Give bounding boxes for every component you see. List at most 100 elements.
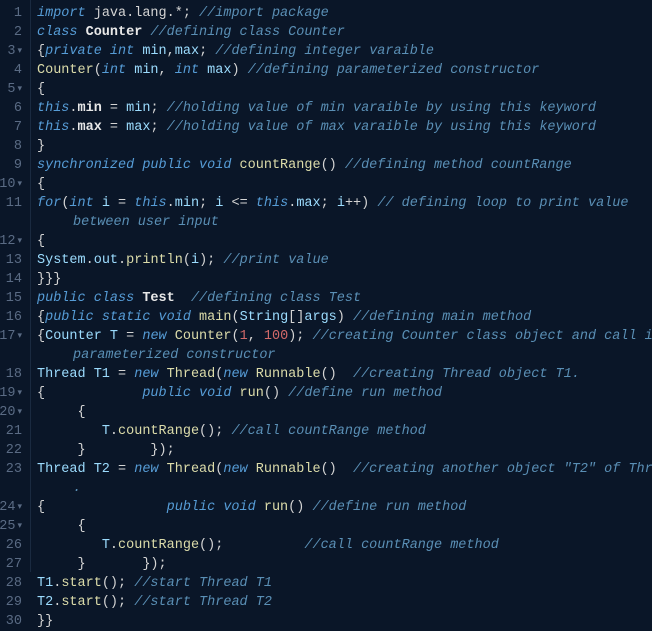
line-number: 29 (0, 593, 22, 612)
token-com: between user input (73, 215, 219, 230)
token-com: //creating Counter class object and call… (313, 329, 652, 344)
token-op: (); (102, 576, 134, 591)
code-line[interactable]: {public static void main(String[]args) /… (37, 308, 652, 327)
code-line[interactable]: . (37, 479, 652, 498)
line-number: 12▾ (0, 232, 22, 251)
token-fn: countRange (118, 424, 199, 439)
code-line[interactable]: { (37, 175, 652, 194)
code-line[interactable]: } (37, 137, 652, 156)
code-line[interactable]: {private int min,max; //defining integer… (37, 42, 652, 61)
token-op: { (37, 519, 86, 534)
code-line[interactable]: } }); (37, 555, 652, 574)
token-com: //defining class Test (191, 291, 361, 306)
line-number (0, 479, 22, 498)
fold-icon[interactable]: ▾ (17, 327, 22, 346)
code-line[interactable]: synchronized public void countRange() //… (37, 156, 652, 175)
code-line[interactable]: T2.start(); //start Thread T2 (37, 593, 652, 612)
token-id: min (142, 44, 166, 59)
code-line[interactable]: { (37, 232, 652, 251)
token-op: { (37, 329, 45, 344)
token-op: ; (321, 196, 337, 211)
code-line[interactable]: public class Test //defining class Test (37, 289, 652, 308)
code-line[interactable]: between user input (37, 213, 652, 232)
token-id: T (102, 538, 110, 553)
code-line[interactable]: Counter(int min, int max) //defining par… (37, 61, 652, 80)
code-line[interactable]: { (37, 517, 652, 536)
code-line[interactable]: class Counter //defining class Counter (37, 23, 652, 42)
token-op: . (53, 595, 61, 610)
token-id: max (175, 44, 199, 59)
token-op: { (37, 234, 45, 249)
code-line[interactable]: {Counter T = new Counter(1, 100); //crea… (37, 327, 652, 346)
code-line[interactable]: import java.lang.*; //import package (37, 4, 652, 23)
token-kw: this (37, 120, 69, 135)
code-line[interactable]: { (37, 403, 652, 422)
token-com: //import package (199, 6, 329, 21)
token-op: } }); (37, 443, 175, 458)
token-op: . (110, 424, 118, 439)
code-area[interactable]: import java.lang.*; //import packageclas… (30, 0, 652, 572)
code-line[interactable]: this.max = max; //holding value of max v… (37, 118, 652, 137)
token-op: . (69, 101, 77, 116)
token-op: ( (231, 310, 239, 325)
fold-icon[interactable]: ▾ (17, 42, 22, 61)
code-line[interactable]: Thread T2 = new Thread(new Runnable() //… (37, 460, 652, 479)
token-com: //defining method countRange (345, 158, 572, 173)
token-fn: Runnable (256, 462, 321, 477)
code-line[interactable]: Thread T1 = new Thread(new Runnable() //… (37, 365, 652, 384)
token-kw: new (142, 329, 174, 344)
code-line[interactable]: }}} (37, 270, 652, 289)
token-kw: synchronized public void (37, 158, 240, 173)
code-line[interactable]: for(int i = this.min; i <= this.max; i++… (37, 194, 652, 213)
line-number: 5▾ (0, 80, 22, 99)
fold-icon[interactable]: ▾ (17, 175, 22, 194)
token-com: //defining class Counter (150, 25, 344, 40)
token-op: .*; (167, 6, 199, 21)
line-number: 15 (0, 289, 22, 308)
code-line[interactable]: parameterized constructor (37, 346, 652, 365)
line-number: 27 (0, 555, 22, 574)
token-fn: main (199, 310, 231, 325)
code-line[interactable]: } }); (37, 441, 652, 460)
code-line[interactable]: T.countRange(); //call countRange method (37, 536, 652, 555)
token-fn: Runnable (256, 367, 321, 382)
line-number: 28 (0, 574, 22, 593)
line-number: 21 (0, 422, 22, 441)
code-line[interactable]: }} (37, 612, 652, 631)
token-op: }} (37, 614, 53, 629)
token-fn: run (264, 500, 288, 515)
fold-icon[interactable]: ▾ (17, 232, 22, 251)
token-id: T1 (37, 576, 53, 591)
code-line[interactable]: T.countRange(); //call countRange method (37, 422, 652, 441)
token-op: { (37, 177, 45, 192)
code-line[interactable]: this.min = min; //holding value of min v… (37, 99, 652, 118)
token-com: //holding value of max varaible by using… (167, 120, 596, 135)
token-op: . (167, 196, 175, 211)
line-number: 7 (0, 118, 22, 137)
token-pkg: java (94, 6, 126, 21)
token-op: () (321, 462, 353, 477)
token-fn: countRange (240, 158, 321, 173)
code-line[interactable]: { (37, 80, 652, 99)
token-op: () (264, 386, 288, 401)
code-line[interactable]: { public void run() //define run method (37, 498, 652, 517)
fold-icon[interactable]: ▾ (17, 80, 22, 99)
token-op: = (102, 120, 126, 135)
code-line[interactable]: System.out.println(i); //print value (37, 251, 652, 270)
token-fn: start (61, 576, 102, 591)
code-editor[interactable]: 123▾45▾678910▾1112▾1314151617▾1819▾20▾21… (0, 0, 652, 572)
fold-icon[interactable]: ▾ (17, 384, 22, 403)
fold-icon[interactable]: ▾ (17, 517, 22, 536)
fold-icon[interactable]: ▾ (17, 498, 22, 517)
code-line[interactable]: { public void run() //define run method (37, 384, 652, 403)
line-number: 9 (0, 156, 22, 175)
token-id: max (296, 196, 320, 211)
token-com: //define run method (288, 386, 442, 401)
code-line[interactable]: T1.start(); //start Thread T1 (37, 574, 652, 593)
token-op: () (321, 158, 345, 173)
token-op (37, 424, 102, 439)
token-cls: Counter (86, 25, 151, 40)
token-op (37, 538, 102, 553)
fold-icon[interactable]: ▾ (17, 403, 22, 422)
line-number: 11 (0, 194, 22, 213)
